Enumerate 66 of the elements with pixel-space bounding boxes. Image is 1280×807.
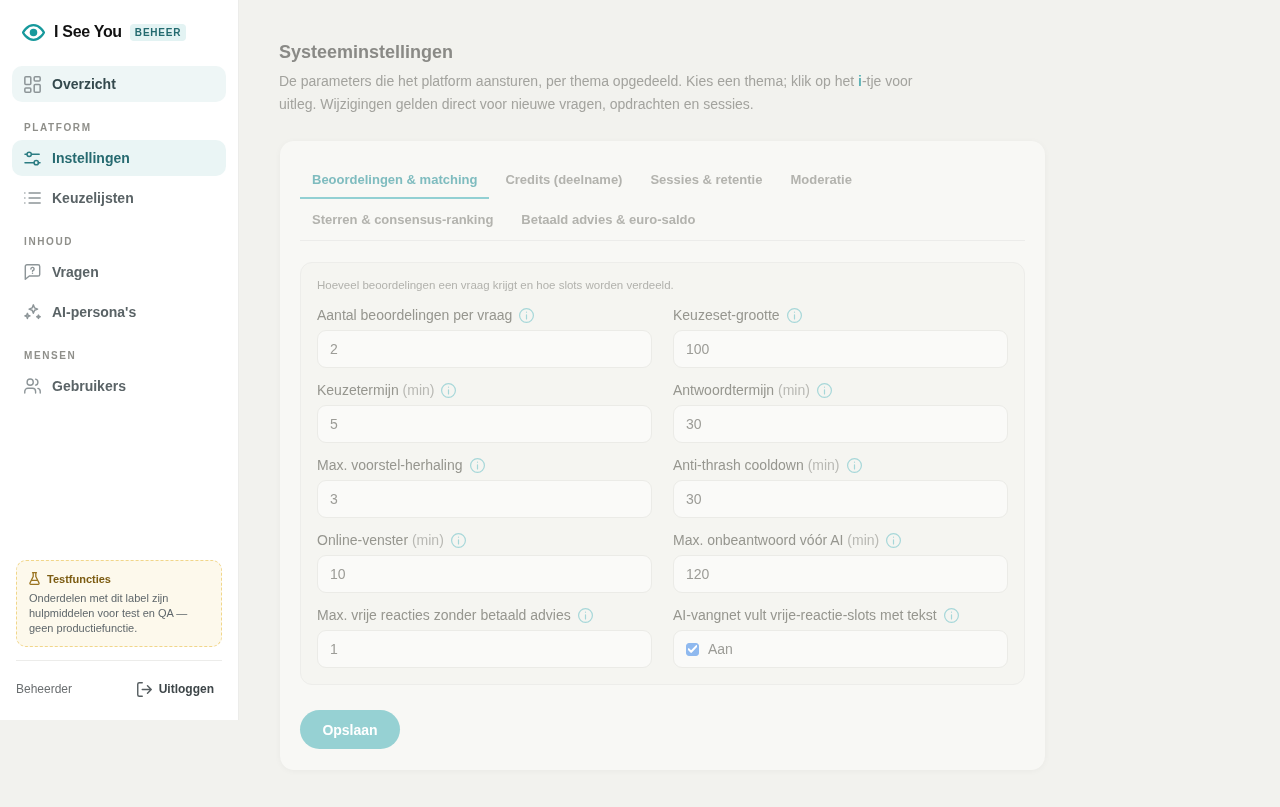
nav-section-heading: INHOUD <box>23 235 75 249</box>
sliders-icon <box>24 150 41 166</box>
field-label: Keuzetermijn (min) <box>317 382 435 398</box>
input-field[interactable]: 120 <box>673 555 1008 593</box>
field-label: Anti-thrash cooldown (min) <box>673 457 840 473</box>
info-icon[interactable] <box>469 457 485 473</box>
info-icon[interactable] <box>816 382 832 398</box>
input-field[interactable]: 1 <box>317 630 652 668</box>
input-field[interactable]: 10 <box>317 555 652 593</box>
save-button[interactable]: Opslaan <box>300 710 400 749</box>
field-label: Aantal beoordelingen per vraag <box>317 307 513 323</box>
nav-item[interactable]: Gebruikers <box>12 368 226 404</box>
tab[interactable]: Betaald advies & euro-saldo <box>509 201 708 239</box>
info-icon[interactable] <box>519 307 535 323</box>
tab[interactable]: Credits (deelname) <box>493 161 635 199</box>
sparkles-icon <box>24 303 41 321</box>
checkbox[interactable] <box>686 642 699 656</box>
tab[interactable]: Moderatie <box>778 161 864 199</box>
input-field[interactable]: 30 <box>673 405 1008 443</box>
field-label: Antwoordtermijn (min) <box>673 382 810 398</box>
field-label: AI-vangnet vult vrije-reactie-slots met tekst <box>673 607 937 623</box>
info-icon[interactable] <box>846 457 862 473</box>
list-icon <box>24 192 41 204</box>
user-role: Beheerder <box>16 682 73 696</box>
checkbox-label: Aan <box>708 641 733 657</box>
nav-item[interactable]: Instellingen <box>12 140 226 176</box>
info-icon[interactable] <box>577 607 593 623</box>
page-title: Systeeminstellingen <box>279 42 455 62</box>
notice-text: Onderdelen met dit label zijn hulpmiddelen voor test en QA — geen productiefunctie. <box>29 591 189 636</box>
flask-icon <box>29 572 40 585</box>
info-icon[interactable] <box>786 307 802 323</box>
users-icon <box>24 378 41 394</box>
panel-description: Hoeveel beoordelingen een vraag krijgt en hoe slots worden verdeeld. <box>317 278 675 293</box>
info-icon[interactable] <box>450 532 466 548</box>
nav-item[interactable]: AI-persona's <box>12 294 226 330</box>
question-bubble-icon <box>24 264 41 280</box>
info-icon[interactable] <box>943 607 959 623</box>
notice-title: Testfuncties <box>47 572 111 585</box>
input-field[interactable]: 2 <box>317 330 652 368</box>
input-field[interactable]: 5 <box>317 405 652 443</box>
nav-item[interactable]: Vragen <box>12 254 226 290</box>
tab[interactable]: Sessies & retentie <box>638 161 775 199</box>
tick-icon <box>688 645 697 653</box>
nav-item[interactable]: Keuzelijsten <box>12 180 226 216</box>
input-field[interactable]: 3 <box>317 480 652 518</box>
field-label: Keuzeset-grootte <box>673 307 780 323</box>
role-badge: BEHEER <box>129 23 187 41</box>
field-label: Max. voorstel-herhaling <box>317 457 463 473</box>
grid-icon <box>24 75 41 93</box>
field-label: Max. vrije reacties zonder betaald advies <box>317 607 571 623</box>
tab[interactable]: Sterren & consensus-ranking <box>300 201 506 239</box>
field-label: Max. onbeantwoord vóór AI (min) <box>673 532 880 548</box>
nav-section-heading: PLATFORM <box>23 121 93 135</box>
input-field[interactable]: 30 <box>673 480 1008 518</box>
nav-item[interactable]: Overzicht <box>12 66 226 102</box>
field-label: Online-venster (min) <box>317 532 444 548</box>
input-field[interactable]: 100 <box>673 330 1008 368</box>
app-name: I See You <box>54 23 122 41</box>
nav-section-heading: MENSEN <box>23 349 78 363</box>
tab[interactable]: Beoordelingen & matching <box>300 161 490 199</box>
page-description: De parameters die het platform aansturen, per thema opgedeeld. Kies een thema; klik op het i-tje voor uitleg. Wijzigingen gelden direct voor nieuwe vragen, opdrachten en sessies. <box>279 72 914 114</box>
info-icon[interactable] <box>441 382 457 398</box>
logout-button[interactable]: Uitloggen <box>136 681 222 697</box>
info-icon[interactable] <box>886 532 902 548</box>
eye-logo-icon <box>22 23 45 41</box>
logout-icon <box>136 681 152 697</box>
